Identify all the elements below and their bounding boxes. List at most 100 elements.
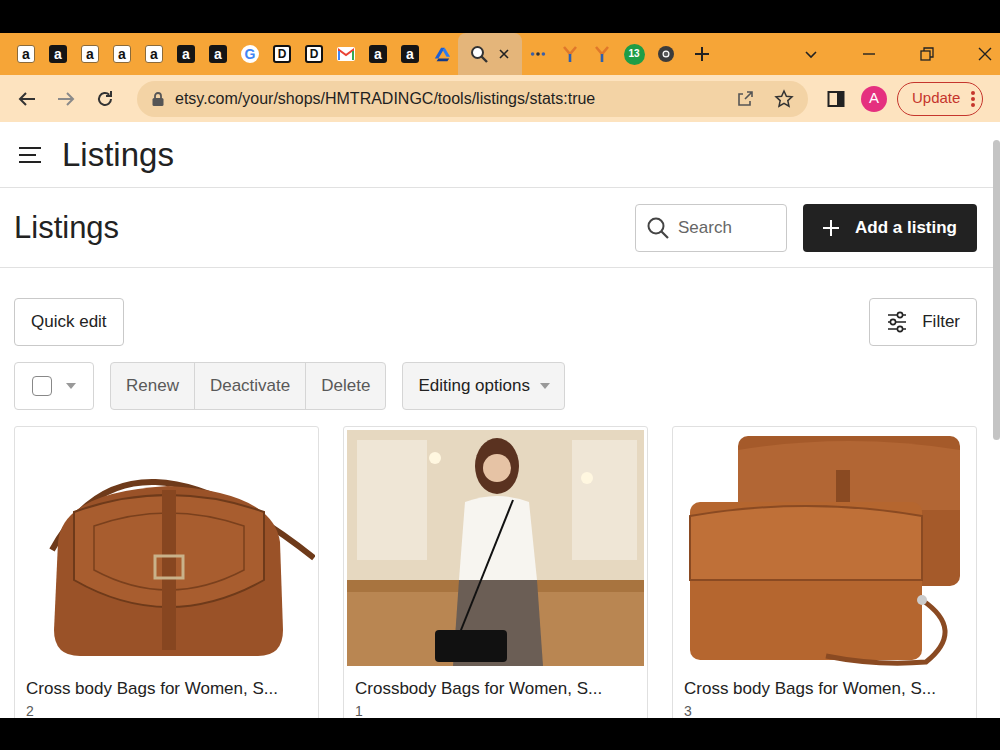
caret-down-icon[interactable] [540,383,550,389]
forward-arrow-icon[interactable] [56,89,76,109]
browser-tab[interactable]: a [74,33,106,75]
browser-tab[interactable] [426,33,458,75]
star-icon[interactable] [774,89,794,109]
url-text[interactable]: etsy.com/your/shops/HMTRADINGC/tools/lis… [175,87,716,111]
search-input[interactable] [678,215,776,241]
bulk-row: Renew Deactivate Delete Editing options [14,362,977,410]
minimize-button[interactable] [854,39,884,69]
browser-tab[interactable]: 13 [618,33,650,75]
select-all-dropdown[interactable] [14,362,94,410]
browser-tab[interactable]: G [234,33,266,75]
bottom-frame-bar [0,718,1000,750]
bulk-action-label[interactable]: Delete [321,373,370,399]
browser-tab[interactable]: a [42,33,74,75]
editing-options-label[interactable]: Editing options [418,373,530,399]
close-icon[interactable] [977,46,993,62]
lock-icon[interactable] [151,91,165,107]
hamburger-icon[interactable] [18,145,42,165]
close-tab-icon[interactable] [498,48,510,60]
search-field[interactable] [635,204,787,252]
back-arrow-icon[interactable] [17,89,37,109]
browser-tab[interactable] [586,33,618,75]
quick-edit-label[interactable]: Quick edit [31,309,107,335]
tab-favicon: D [273,45,291,63]
browser-tab[interactable]: a [202,33,234,75]
close-window-button[interactable] [970,39,1000,69]
bulk-action-button[interactable]: Deactivate [195,363,306,409]
browser-tab[interactable]: a [10,33,42,75]
update-label[interactable]: Update [912,87,960,110]
etsy-page: ListingsListingsAdd a listingQuick editF… [0,122,1000,718]
browser-tab[interactable] [458,33,522,75]
listing-title[interactable]: Cross body Bags for Women, S... [676,666,973,702]
kebab-menu-icon[interactable] [970,89,976,109]
listing-grid: Cross body Bags for Women, S...2Crossbod… [14,426,977,718]
listing-title[interactable]: Crossbody Bags for Women, S... [347,666,644,702]
browser-tab[interactable]: a [138,33,170,75]
address-bar[interactable]: etsy.com/your/shops/HMTRADINGC/tools/lis… [137,81,808,117]
filter-button[interactable]: Filter [869,298,977,346]
bulk-action-label[interactable]: Deactivate [210,373,290,399]
add-listing-label[interactable]: Add a listing [855,215,957,241]
forward-button[interactable] [51,84,81,114]
share-button[interactable] [736,90,754,108]
bookmark-button[interactable] [774,89,794,109]
listing-title[interactable]: Cross body Bags for Women, S... [18,666,315,702]
gmail-icon [337,45,355,63]
browser-tab[interactable] [650,33,682,75]
listing-stock: 1 [347,702,644,718]
plus-icon[interactable] [694,46,710,62]
browser-tab[interactable] [554,33,586,75]
restore-icon[interactable] [919,46,935,62]
profile-avatar[interactable]: A [861,86,887,112]
favicon-glyph: D [310,48,319,60]
filter-label[interactable]: Filter [922,309,960,335]
browser-tab[interactable]: D [298,33,330,75]
listing-card[interactable]: Cross body Bags for Women, S...3 [672,426,977,718]
browser-tab[interactable] [522,33,554,75]
tab-favicon: a [17,45,35,63]
restore-button[interactable] [912,39,942,69]
plus-icon[interactable] [821,218,841,238]
filter-sliders-icon[interactable] [886,311,908,333]
bulk-actions: Renew Deactivate Delete [110,362,386,410]
bulk-action-label[interactable]: Renew [126,373,179,399]
listing-photo[interactable] [18,430,315,666]
sidebar-icon[interactable] [826,89,846,109]
scrollbar-thumb[interactable] [993,140,1000,440]
quick-edit-button[interactable]: Quick edit [14,298,124,346]
browser-tab[interactable]: a [170,33,202,75]
back-button[interactable] [12,84,42,114]
caret-down-icon[interactable] [66,383,76,389]
browser-tab[interactable]: a [394,33,426,75]
add-listing-button[interactable]: Add a listing [803,204,977,252]
reload-button[interactable] [90,84,120,114]
chevron-down-icon[interactable] [803,46,819,62]
drive-icon [433,45,451,63]
browser-tab[interactable]: D [266,33,298,75]
reload-icon[interactable] [95,89,115,109]
browser-tab[interactable]: a [106,33,138,75]
minimize-icon[interactable] [861,46,877,62]
update-button[interactable]: Update [897,82,983,116]
search-icon[interactable] [646,216,670,240]
select-all-checkbox[interactable] [32,376,52,396]
favicon-glyph: a [22,47,30,61]
bulk-action-button[interactable]: Delete [306,363,385,409]
listing-photo[interactable] [347,430,644,666]
browser-tab[interactable]: a [362,33,394,75]
tab-favicon: a [113,45,131,63]
browser-tab[interactable] [330,33,362,75]
listing-card[interactable]: Cross body Bags for Women, S...2 [14,426,319,718]
menu-button[interactable] [18,145,42,165]
new-tab-button[interactable] [686,33,718,75]
tab-favicon: 13 [624,44,645,65]
side-panel-button[interactable] [826,89,846,109]
listing-photo[interactable] [676,430,973,666]
share-icon[interactable] [736,90,754,108]
bulk-action-button[interactable]: Renew [111,363,195,409]
tab-search-button[interactable] [796,39,826,69]
listing-card[interactable]: Crossbody Bags for Women, S...1 [343,426,648,718]
tab-favicon: a [177,45,195,63]
editing-options-dropdown[interactable]: Editing options [402,362,565,410]
